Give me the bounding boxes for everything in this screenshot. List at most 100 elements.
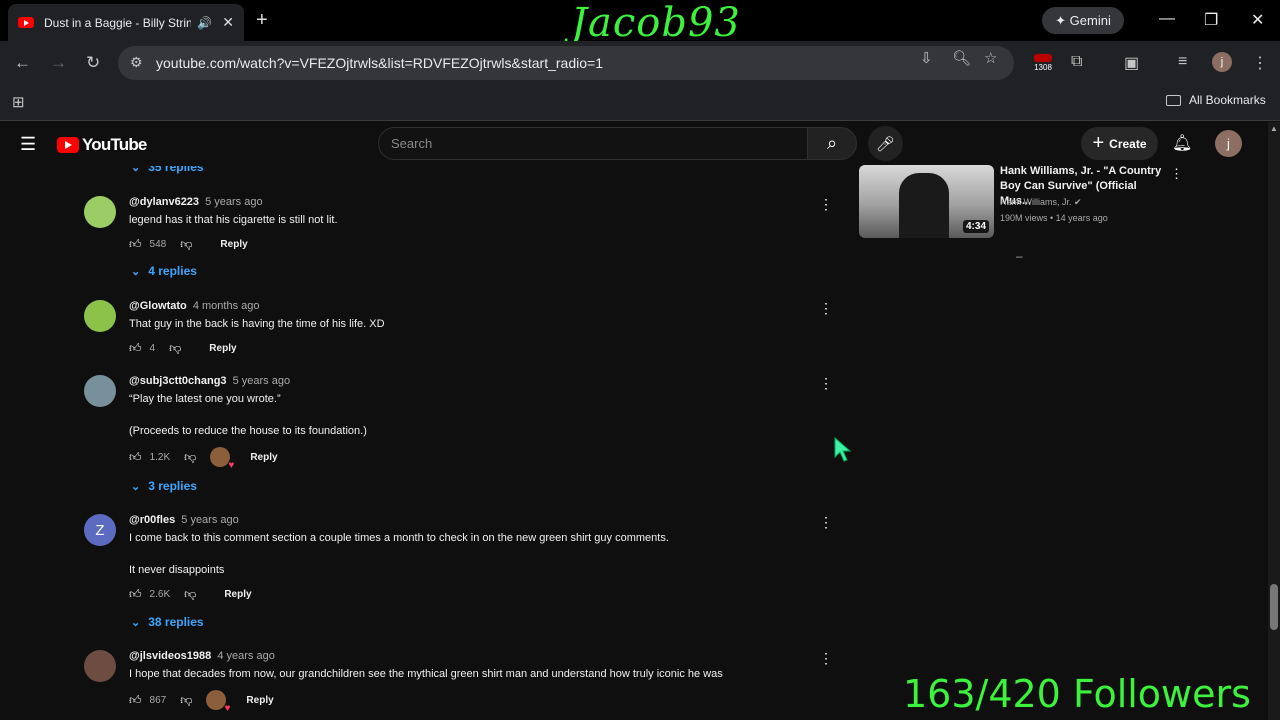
creator-heart-icon — [210, 447, 234, 471]
browser-profile-avatar[interactable]: j — [1212, 52, 1232, 72]
address-bar[interactable]: ⚙ youtube.com/watch?v=VFEZOjtrwls&list=R… — [118, 46, 1014, 80]
dislike-icon[interactable]: 👎︎ — [184, 587, 196, 602]
search-input[interactable]: Search — [378, 127, 808, 160]
forward-icon[interactable]: → — [50, 53, 67, 73]
gemini-button[interactable]: ✦ Gemini — [1042, 7, 1124, 34]
comment-time[interactable]: 4 months ago — [193, 300, 260, 312]
account-avatar[interactable]: j — [1215, 130, 1242, 157]
reply-button[interactable]: Reply — [220, 239, 247, 250]
comment-thread: Z @r00fles 5 years ago I come back to th… — [84, 514, 844, 614]
comment-menu-icon[interactable]: ⋮ — [819, 375, 833, 392]
like-count: 1.2K — [149, 451, 171, 463]
comment-author[interactable]: @Glowtato — [129, 300, 187, 312]
folder-icon — [1166, 95, 1181, 107]
comment-menu-icon[interactable]: ⋮ — [819, 196, 833, 213]
avatar[interactable] — [84, 650, 116, 682]
like-count: 867 — [149, 694, 167, 706]
replies-count: 38 replies — [148, 615, 204, 629]
install-app-icon[interactable]: ⇩ — [920, 49, 933, 67]
reply-button[interactable]: Reply — [246, 695, 273, 706]
search-button[interactable]: ⌕ — [807, 127, 857, 160]
replies-toggle[interactable]: ⌄ 4 replies — [131, 264, 197, 278]
dislike-icon[interactable]: 👎︎ — [180, 693, 192, 708]
comment-thread: @jlsvideos1988 4 years ago I hope that d… — [84, 650, 844, 720]
restore-icon[interactable]: ❐ — [1204, 10, 1218, 30]
comment-author[interactable]: @subj3ctt0chang3 — [129, 375, 227, 387]
all-bookmarks-label: All Bookmarks — [1189, 93, 1266, 107]
zoom-icon[interactable]: 🔍︎ — [952, 49, 971, 67]
notifications-bell-icon[interactable]: 🔔︎ — [1172, 133, 1192, 153]
youtube-logo-text: YouTube — [82, 135, 147, 154]
video-duration: 4:34 — [962, 220, 989, 233]
extension-counter[interactable]: 1308 — [1031, 54, 1055, 74]
browser-menu-icon[interactable]: ⋮ — [1252, 53, 1268, 73]
avatar[interactable] — [84, 196, 116, 228]
comment-menu-icon[interactable]: ⋮ — [819, 514, 833, 531]
comment-menu-icon[interactable]: ⋮ — [819, 300, 833, 317]
reply-button[interactable]: Reply — [209, 343, 236, 354]
video-menu-icon[interactable]: ⋮ — [1170, 166, 1183, 182]
tab-search-icon[interactable]: ▣ — [1124, 53, 1139, 73]
bookmark-star-icon[interactable]: ☆ — [984, 49, 997, 67]
avatar[interactable] — [84, 375, 116, 407]
voice-search-button[interactable]: 🎤︎ — [868, 126, 903, 161]
reload-icon[interactable]: ↻ — [86, 53, 100, 73]
reply-button[interactable]: Reply — [250, 452, 277, 463]
close-window-icon[interactable]: ✕ — [1251, 10, 1264, 30]
browser-tab-bar: Dust in a Baggie - Billy Strings 🔊 ✕ + J… — [0, 0, 1280, 46]
like-icon[interactable]: 👍︎ — [129, 587, 142, 602]
avatar[interactable] — [84, 300, 116, 332]
browser-tab[interactable]: Dust in a Baggie - Billy Strings 🔊 ✕ — [8, 4, 244, 41]
extensions-puzzle-icon[interactable]: ⧉ — [1071, 53, 1082, 71]
replies-toggle[interactable]: ⌄ 35 replies — [131, 166, 204, 174]
dislike-icon[interactable]: 👎︎ — [180, 237, 192, 252]
scroll-up-icon[interactable]: ▲ — [1270, 124, 1278, 133]
loading-indicator: – — [1016, 249, 1023, 263]
dislike-icon[interactable]: 👎︎ — [184, 450, 196, 465]
tab-title: Dust in a Baggie - Billy Strings — [44, 15, 192, 30]
comment-text: That guy in the back is having the time … — [129, 318, 385, 330]
channel-name[interactable]: Hank Williams, Jr. ✔ — [1000, 197, 1082, 208]
minimize-icon[interactable]: — — [1159, 10, 1175, 28]
url-text: youtube.com/watch?v=VFEZOjtrwls&list=RDV… — [156, 55, 603, 71]
comment-time[interactable]: 4 years ago — [217, 650, 274, 662]
video-thumbnail[interactable]: 4:34 — [859, 165, 994, 238]
new-tab-button[interactable]: + — [256, 9, 268, 32]
like-icon[interactable]: 👍︎ — [129, 341, 142, 356]
comment-author[interactable]: @r00fles — [129, 514, 175, 526]
youtube-logo[interactable]: YouTube — [57, 135, 147, 155]
comment-time[interactable]: 5 years ago — [205, 196, 262, 208]
like-icon[interactable]: 👍︎ — [129, 693, 142, 708]
scrollbar-thumb[interactable] — [1270, 584, 1278, 630]
replies-toggle[interactable]: ⌄ 3 replies — [131, 479, 197, 493]
comment-time[interactable]: 5 years ago — [233, 375, 290, 387]
replies-count: 3 replies — [148, 479, 197, 493]
like-count: 548 — [149, 238, 167, 250]
comment-time[interactable]: 5 years ago — [181, 514, 238, 526]
tab-close-icon[interactable]: ✕ — [222, 14, 234, 31]
thumbnail-figure — [899, 173, 949, 238]
dislike-icon[interactable]: 👎︎ — [169, 341, 181, 356]
comment-text: I come back to this comment section a co… — [129, 532, 669, 544]
like-icon[interactable]: 👍︎ — [129, 237, 142, 252]
media-control-icon[interactable]: ≡ — [1178, 53, 1187, 71]
apps-grid-icon[interactable]: ⊞ — [12, 93, 25, 111]
avatar[interactable]: Z — [84, 514, 116, 546]
create-button[interactable]: + Create — [1081, 127, 1158, 160]
comment-author[interactable]: @dylanv6223 — [129, 196, 199, 208]
all-bookmarks-button[interactable]: All Bookmarks — [1166, 93, 1266, 107]
microphone-icon: 🎤︎ — [875, 135, 896, 153]
comment-author[interactable]: @jlsvideos1988 — [129, 650, 211, 662]
reply-button[interactable]: Reply — [224, 589, 251, 600]
speaker-icon[interactable]: 🔊 — [197, 16, 212, 30]
create-label: Create — [1109, 136, 1147, 151]
mouse-cursor-icon — [834, 437, 852, 462]
like-icon[interactable]: 👍︎ — [129, 450, 142, 465]
comment-meta: @Glowtato 4 months ago — [129, 300, 260, 312]
back-icon[interactable]: ← — [14, 53, 31, 73]
replies-toggle[interactable]: ⌄ 38 replies — [131, 615, 204, 629]
site-info-icon[interactable]: ⚙ — [130, 54, 143, 71]
page-scrollbar[interactable]: ▲ — [1268, 122, 1280, 720]
comment-menu-icon[interactable]: ⋮ — [819, 650, 833, 667]
hamburger-menu-icon[interactable]: ☰ — [20, 134, 36, 155]
